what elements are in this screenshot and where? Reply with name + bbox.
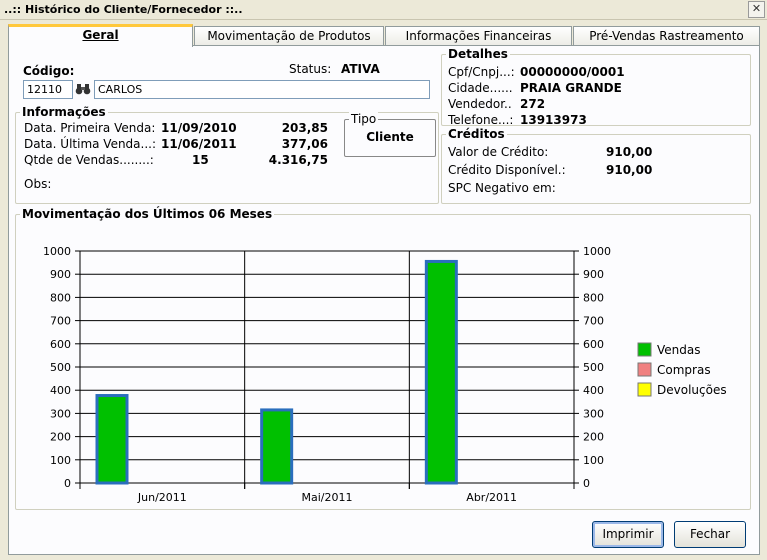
- y-tick-label-right: 400: [583, 384, 604, 397]
- status-label: Status:: [289, 62, 332, 76]
- y-tick-label-right: 700: [583, 315, 604, 328]
- detalhes-group: Detalhes Cpf/Cnpj...: 00000000/0001 Cida…: [441, 47, 751, 127]
- movimentacao-group: Movimentação dos Últimos 06 Meses 0 0 100 1…: [15, 207, 751, 510]
- codigo-label: Código:: [23, 64, 75, 78]
- y-tick-label-right: 300: [583, 407, 604, 420]
- cliente-nome-input[interactable]: CARLOS: [94, 80, 430, 99]
- legend-swatch: [637, 382, 652, 397]
- y-tick-label: 500: [50, 361, 71, 374]
- imprimir-button[interactable]: Imprimir: [592, 521, 664, 548]
- y-tick-label-right: 900: [583, 268, 604, 281]
- binoculars-icon: [75, 84, 91, 95]
- valor-credito-label: Valor de Crédito:: [448, 145, 549, 159]
- tab-label: Informações Financeiras: [405, 29, 552, 43]
- creditos-title: Créditos: [446, 127, 507, 141]
- tab-label: Pré-Vendas Rastreamento: [589, 29, 744, 43]
- tab-geral[interactable]: Geral: [8, 24, 193, 47]
- y-tick-label-right: 600: [583, 338, 604, 351]
- bar-vendas: [260, 408, 294, 485]
- y-tick-label-right: 500: [583, 361, 604, 374]
- tab-panel-geral: Código: Status: ATIVA 12110 CARLOS Infor…: [8, 45, 760, 555]
- title-bar: ..:: Histórico do Cliente/Fornecedor ::.…: [0, 0, 767, 20]
- tab-label: Geral: [82, 28, 119, 42]
- movimentacao-chart: 0 0 100 100 200 200 300 300 400 400 500 500 600 600 70…: [43, 245, 727, 504]
- y-tick-label-right: 800: [583, 291, 604, 304]
- window-title: ..:: Histórico do Cliente/Fornecedor ::.…: [4, 3, 243, 16]
- status-value: ATIVA: [341, 62, 380, 76]
- y-tick-label-right: 1000: [583, 245, 611, 258]
- cpf-value: 00000000/0001: [520, 65, 625, 79]
- y-tick-label: 700: [50, 315, 71, 328]
- creditos-group: Créditos Valor de Crédito: 910,00 Crédit…: [441, 127, 751, 204]
- tab-strip: Geral Movimentação de Produtos Informaçõ…: [8, 24, 760, 47]
- x-tick-label: Abr/2011: [466, 491, 517, 504]
- y-tick-label-right: 0: [583, 477, 590, 490]
- cidade-value: PRAIA GRANDE: [520, 81, 622, 95]
- vendedor-label: Vendedor..: [448, 97, 512, 111]
- close-button[interactable]: ✕: [748, 1, 765, 18]
- x-tick-label: Jun/2011: [137, 491, 187, 504]
- tipo-title: Tipo: [349, 112, 379, 126]
- informacoes-group: Informações Data. Primeira Venda: 11/09/…: [15, 105, 439, 204]
- close-icon: ✕: [751, 2, 762, 15]
- fechar-button[interactable]: Fechar: [674, 521, 746, 548]
- legend-label: Vendas: [657, 343, 701, 357]
- primeira-venda-label: Data. Primeira Venda:: [24, 121, 156, 135]
- legend-swatch: [637, 342, 652, 357]
- qtde-vendas-count: 15: [192, 153, 209, 167]
- tipo-group: Tipo Cliente: [344, 112, 436, 157]
- y-tick-label: 0: [64, 477, 71, 490]
- primeira-venda-value: 203,85: [281, 121, 328, 135]
- cpf-label: Cpf/Cnpj...:: [448, 65, 515, 79]
- tab-movimentacao-produtos[interactable]: Movimentação de Produtos: [194, 26, 384, 46]
- ultima-venda-value: 377,06: [281, 137, 328, 151]
- detalhes-title: Detalhes: [446, 47, 510, 61]
- informacoes-title: Informações: [20, 105, 108, 119]
- y-tick-label-right: 100: [583, 454, 604, 467]
- vendedor-value: 272: [520, 97, 546, 111]
- y-tick-label-right: 200: [583, 431, 604, 444]
- ultima-venda-label: Data. Última Venda...:: [24, 137, 157, 151]
- primeira-venda-date: 11/09/2010: [161, 121, 237, 135]
- bar-vendas: [95, 394, 129, 485]
- credito-disponivel-label: Crédito Disponível.:: [448, 163, 566, 177]
- legend-label: Compras: [657, 363, 711, 377]
- telefone-value: 13913973: [520, 113, 587, 127]
- y-tick-label: 800: [50, 291, 71, 304]
- codigo-input[interactable]: 12110: [23, 80, 73, 99]
- y-tick-label: 100: [50, 454, 71, 467]
- y-tick-label: 1000: [43, 245, 71, 258]
- obs-label: Obs:: [24, 177, 52, 191]
- tab-label: Movimentação de Produtos: [207, 29, 371, 43]
- tipo-value: Cliente: [366, 130, 414, 144]
- bar-vendas: [424, 259, 458, 485]
- y-tick-label: 600: [50, 338, 71, 351]
- qtde-vendas-value: 4.316,75: [268, 153, 328, 167]
- ultima-venda-date: 11/06/2011: [161, 137, 237, 151]
- y-tick-label: 200: [50, 431, 71, 444]
- legend-swatch: [637, 362, 652, 377]
- y-tick-label: 900: [50, 268, 71, 281]
- valor-credito-value: 910,00: [606, 145, 653, 159]
- y-tick-label: 300: [50, 407, 71, 420]
- tab-pre-vendas-rastreamento[interactable]: Pré-Vendas Rastreamento: [573, 26, 760, 46]
- x-tick-label: Mai/2011: [302, 491, 353, 504]
- telefone-label: Telefone...:: [448, 113, 514, 127]
- credito-disponivel-value: 910,00: [606, 163, 653, 177]
- legend-label: Devoluções: [657, 383, 727, 397]
- cidade-label: Cidade......: [448, 81, 513, 95]
- tab-informacoes-financeiras[interactable]: Informações Financeiras: [385, 26, 572, 46]
- search-button[interactable]: [73, 80, 93, 99]
- y-tick-label: 400: [50, 384, 71, 397]
- qtde-vendas-label: Qtde de Vendas........:: [24, 153, 154, 167]
- spc-label: SPC Negativo em:: [448, 181, 556, 195]
